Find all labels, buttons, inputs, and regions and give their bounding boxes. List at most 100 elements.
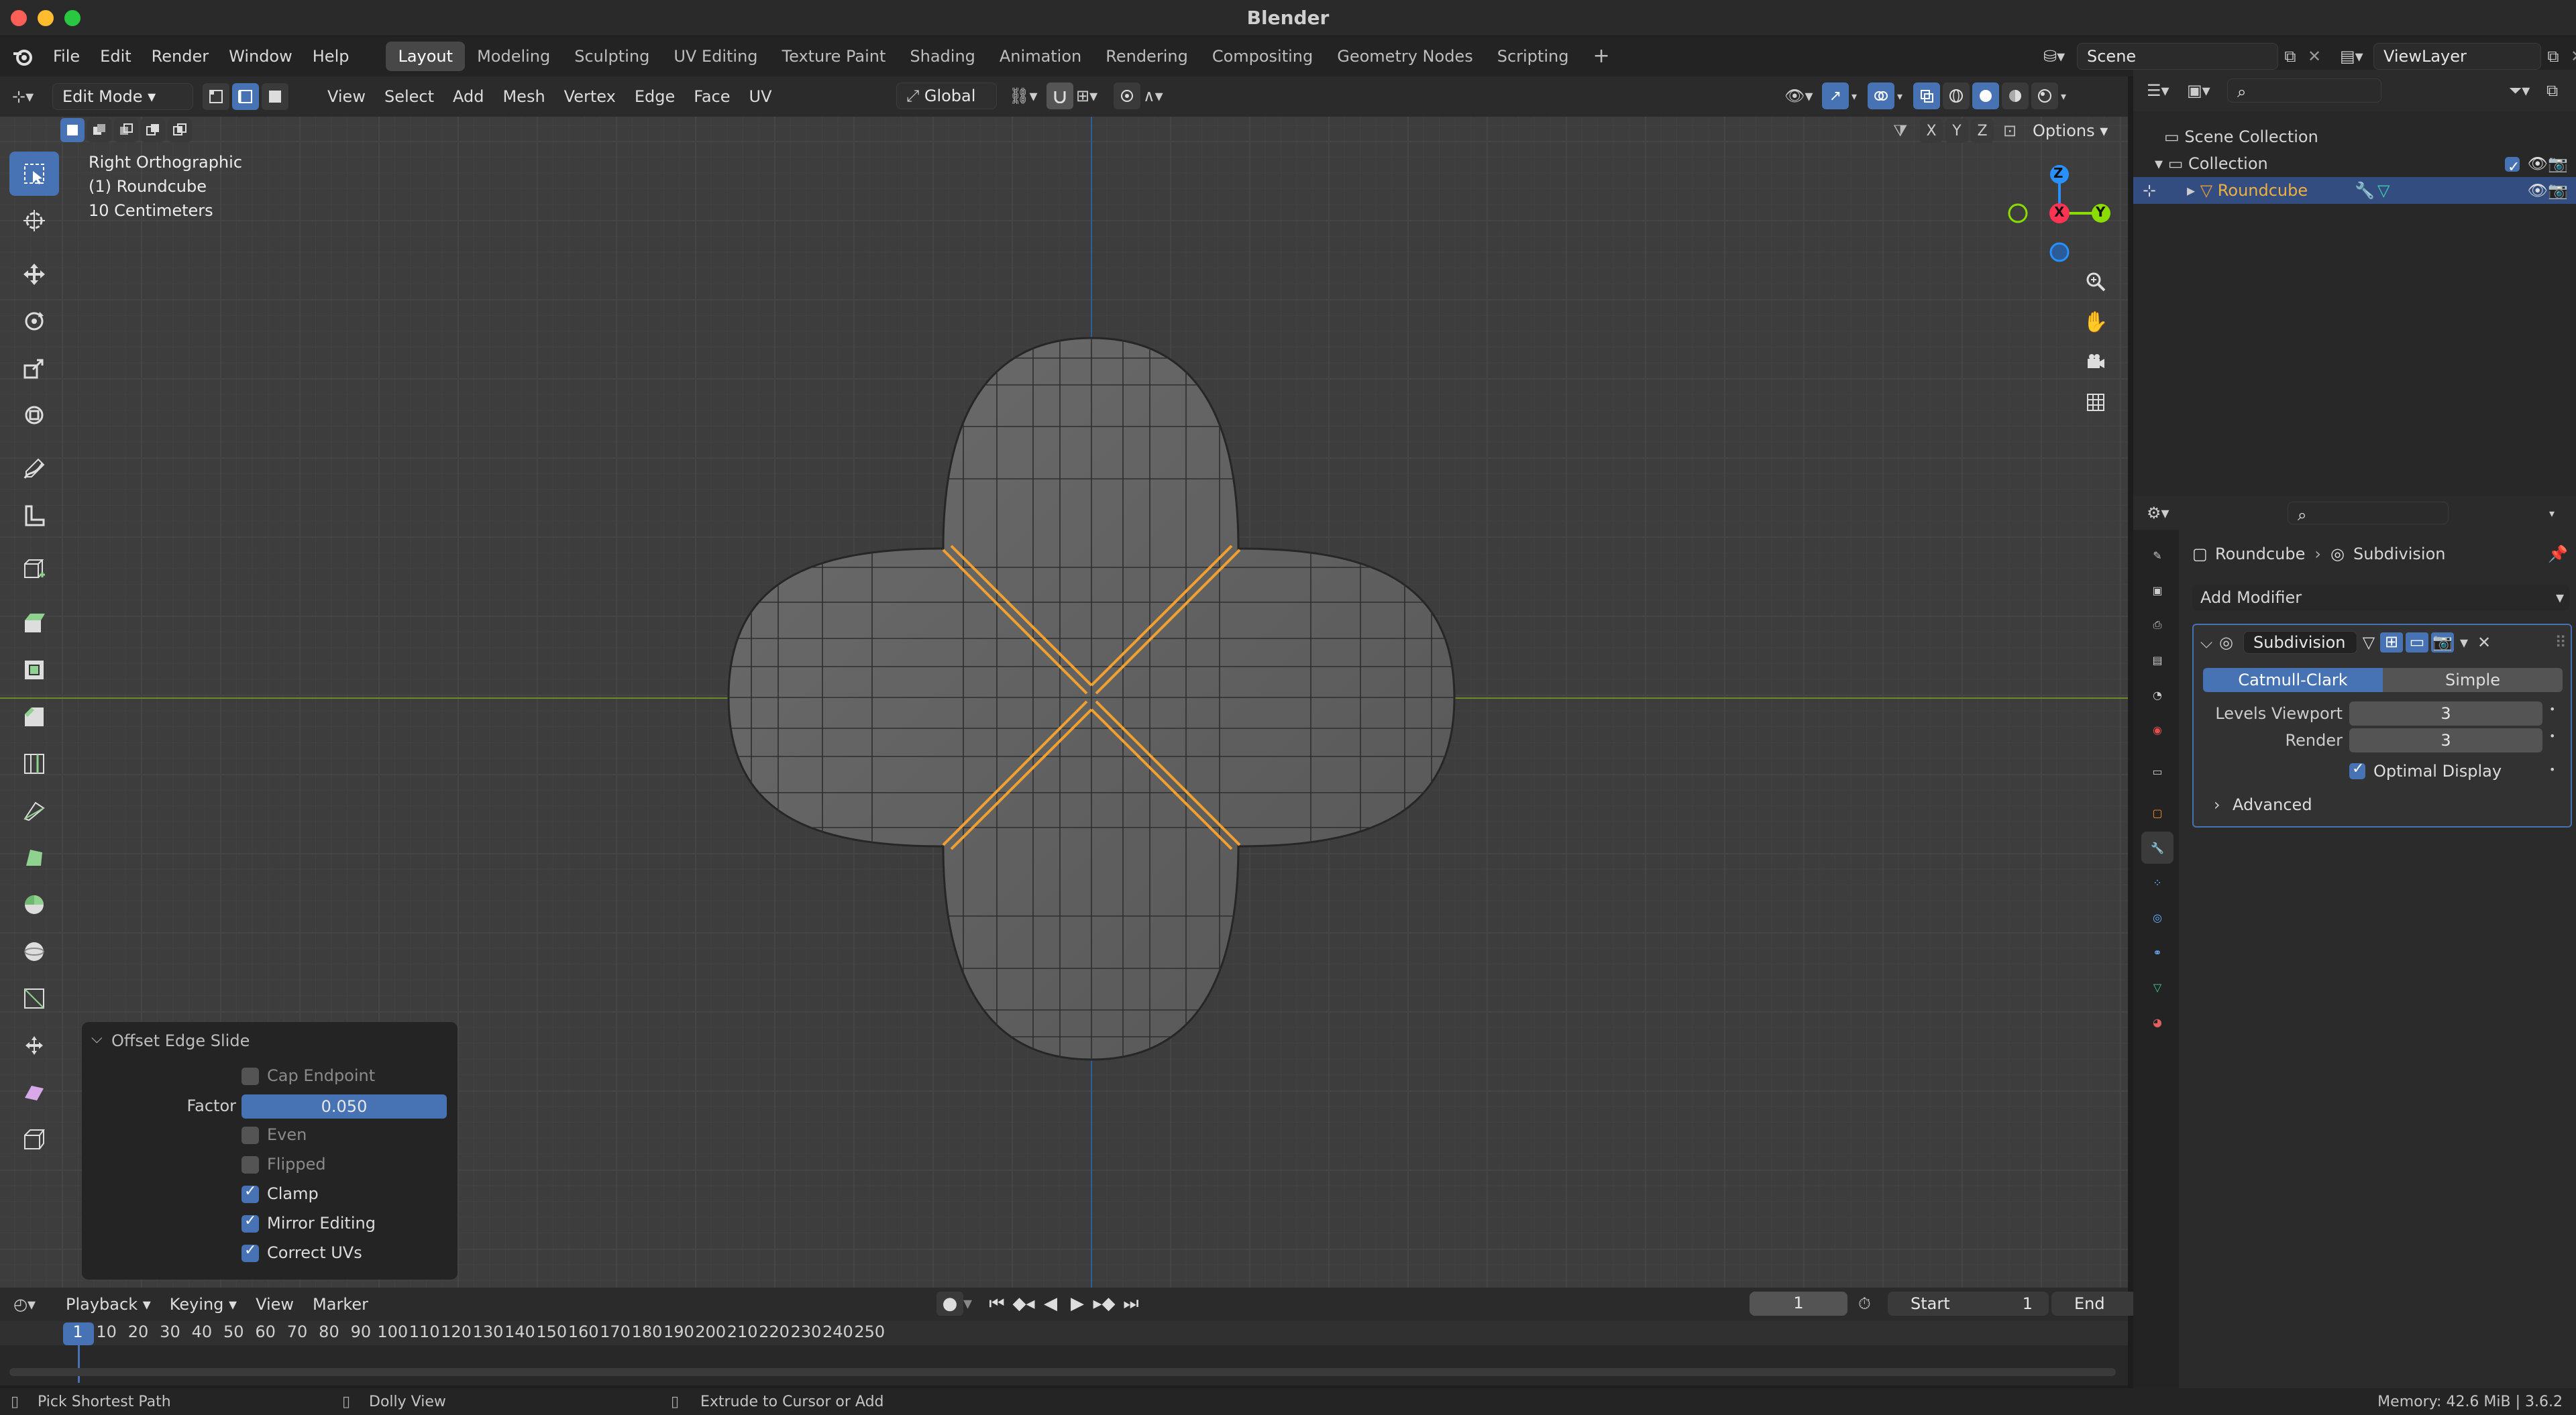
view-layer-icon[interactable]: ▤▾	[2340, 47, 2373, 66]
vertex-select-icon[interactable]	[203, 83, 229, 110]
add-workspace-icon[interactable]: +	[1580, 42, 1621, 71]
menu-vertex[interactable]: Vertex	[555, 82, 625, 111]
outliner-editor-type-icon[interactable]: ☰▾	[2147, 81, 2187, 100]
factor-field[interactable]: 0.050	[241, 1094, 447, 1119]
transform-orientation-dropdown[interactable]: ⤢ Global ▾	[896, 82, 997, 131]
drag-handle-icon[interactable]: ⠿	[2555, 633, 2567, 652]
properties-options-icon[interactable]: ▾	[2549, 507, 2576, 520]
timeline-editor-type-icon[interactable]: ◴▾	[13, 1295, 56, 1314]
add-modifier-dropdown[interactable]: Add Modifier ▾	[2192, 585, 2569, 610]
simple-button[interactable]: Simple	[2383, 668, 2563, 692]
tab-modeling[interactable]: Modeling	[465, 42, 562, 71]
edit-mode-icon[interactable]: ⊹	[2143, 177, 2156, 204]
new-view-layer-icon[interactable]: ⧉	[2541, 47, 2565, 66]
tab-scripting[interactable]: Scripting	[1485, 42, 1581, 71]
tab-layout[interactable]: Layout	[386, 42, 466, 71]
spin-tool-icon[interactable]	[9, 883, 59, 927]
tab-texture-paint[interactable]: Texture Paint	[770, 42, 898, 71]
poly-build-tool-icon[interactable]	[9, 836, 59, 880]
timeline-scrollbar[interactable]	[9, 1368, 2116, 1376]
menu-uv[interactable]: UV	[740, 82, 782, 111]
rendered-shading-icon[interactable]	[2031, 82, 2058, 109]
smooth-tool-icon[interactable]	[9, 929, 59, 974]
optimal-display-box[interactable]	[2349, 760, 2365, 779]
measure-tool-icon[interactable]	[9, 494, 59, 538]
pin-icon[interactable]: 📌	[2548, 545, 2568, 563]
tab-sculpting[interactable]: Sculpting	[562, 42, 661, 71]
play-reverse-icon[interactable]: ◀	[1037, 1294, 1064, 1314]
properties-editor-type-icon[interactable]: ⚙▾	[2147, 504, 2187, 522]
world-tab-icon[interactable]: ◉	[2141, 714, 2174, 746]
mirror-editing-checkbox[interactable]: Mirror Editing	[241, 1212, 376, 1233]
output-tab-icon[interactable]: ⎙	[2141, 609, 2174, 641]
perspective-toggle-icon[interactable]	[2078, 385, 2113, 420]
even-checkbox[interactable]: Even	[241, 1125, 307, 1144]
jump-end-icon[interactable]: ⏭	[1118, 1294, 1144, 1314]
knife-tool-icon[interactable]	[9, 789, 59, 833]
mode-dropdown[interactable]: Edit Mode ▾	[52, 83, 193, 110]
overlays-toggle-icon[interactable]	[1868, 82, 1894, 109]
correct-uvs-box[interactable]	[241, 1242, 259, 1262]
flipped-box[interactable]	[241, 1156, 259, 1174]
clamp-box[interactable]	[241, 1183, 259, 1203]
menu-face[interactable]: Face	[684, 82, 739, 111]
render-toggle-icon[interactable]: 📷	[2431, 632, 2454, 653]
outliner-search-input[interactable]: ⌕	[2227, 78, 2381, 103]
object-render-icon[interactable]: 📷	[2548, 177, 2568, 204]
overlays-dropdown-icon[interactable]: ▾	[1897, 90, 1913, 103]
remove-modifier-icon[interactable]: ✕	[2474, 633, 2494, 652]
camera-view-icon[interactable]	[2078, 345, 2113, 380]
operator-panel[interactable]: ⌵ Offset Edge Slide Cap Endpoint Factor …	[82, 1022, 458, 1280]
scene-field[interactable]: Scene	[2077, 43, 2278, 70]
modifier-tab-icon[interactable]: 🔧	[2141, 832, 2174, 864]
cursor-tool-icon[interactable]	[9, 199, 59, 243]
jump-prev-keyframe-icon[interactable]: ◆◂	[1010, 1294, 1037, 1314]
advanced-subpanel-header[interactable]: › Advanced	[2214, 795, 2312, 814]
modifier-name-field[interactable]: Subdivision	[2243, 631, 2357, 654]
start-frame-field[interactable]: Start 1	[1888, 1292, 2049, 1316]
remove-scene-icon[interactable]: ✕	[2302, 47, 2326, 66]
loop-cut-tool-icon[interactable]	[9, 742, 59, 786]
properties-search-input[interactable]: ⌕	[2288, 502, 2449, 524]
falloff-icon[interactable]: ∧▾	[1143, 87, 1177, 105]
rip-region-tool-icon[interactable]	[9, 1117, 59, 1162]
menu-file[interactable]: File	[43, 36, 90, 76]
playback-menu[interactable]: Playback ▾	[56, 1290, 160, 1318]
object-tab-icon[interactable]: ▢	[2141, 797, 2174, 829]
correct-uvs-checkbox[interactable]: Correct UVs	[241, 1242, 362, 1262]
gizmo-toggle-icon[interactable]: ↗	[1822, 82, 1849, 109]
tab-animation[interactable]: Animation	[987, 42, 1093, 71]
cap-endpoint-checkbox[interactable]: Cap Endpoint	[241, 1066, 375, 1085]
marker-menu[interactable]: Marker	[303, 1290, 378, 1318]
on-cage-toggle-icon[interactable]: ⊞	[2380, 632, 2403, 653]
jump-next-keyframe-icon[interactable]: ▸◆	[1091, 1294, 1118, 1314]
solid-shading-icon[interactable]	[1972, 82, 1999, 109]
select-box-tool-icon[interactable]	[9, 152, 59, 196]
tab-shading[interactable]: Shading	[898, 42, 987, 71]
edge-slide-tool-icon[interactable]	[9, 976, 59, 1021]
timeline-view-menu[interactable]: View	[246, 1290, 303, 1318]
gizmo-dropdown-icon[interactable]: ▾	[1851, 90, 1868, 103]
data-tab-icon[interactable]: ▽	[2141, 971, 2174, 1003]
zoom-icon[interactable]	[2078, 264, 2113, 299]
new-collection-icon[interactable]: ⧉	[2546, 81, 2576, 100]
scene-tab-icon[interactable]: ◔	[2141, 679, 2174, 711]
tool-tab-icon[interactable]: ✎	[2141, 539, 2174, 571]
expand-object-icon[interactable]: ▸	[2187, 181, 2200, 200]
chevron-down-icon[interactable]: ⌵	[91, 1030, 103, 1047]
mirror-editing-box[interactable]	[241, 1212, 259, 1233]
extrude-tool-icon[interactable]	[9, 601, 59, 645]
material-tab-icon[interactable]: ◕	[2141, 1006, 2174, 1038]
outliner-row-collection[interactable]: ▾ ▭ Collection 👁 📷	[2133, 150, 2576, 181]
scale-tool-icon[interactable]	[9, 346, 59, 390]
collection-checkbox[interactable]	[2505, 150, 2528, 181]
optimal-display-checkbox[interactable]: Optimal Display	[2349, 760, 2502, 781]
levels-viewport-field[interactable]: 3	[2349, 701, 2542, 726]
menu-edge[interactable]: Edge	[625, 82, 684, 111]
move-tool-icon[interactable]	[9, 252, 59, 296]
modifier-menu-icon[interactable]: ▾	[2454, 633, 2474, 652]
menu-render[interactable]: Render	[142, 36, 219, 76]
cap-endpoint-box[interactable]	[241, 1068, 259, 1085]
record-dropdown-icon[interactable]: ▾	[963, 1294, 983, 1314]
render-tab-icon[interactable]: ▣	[2141, 574, 2174, 606]
